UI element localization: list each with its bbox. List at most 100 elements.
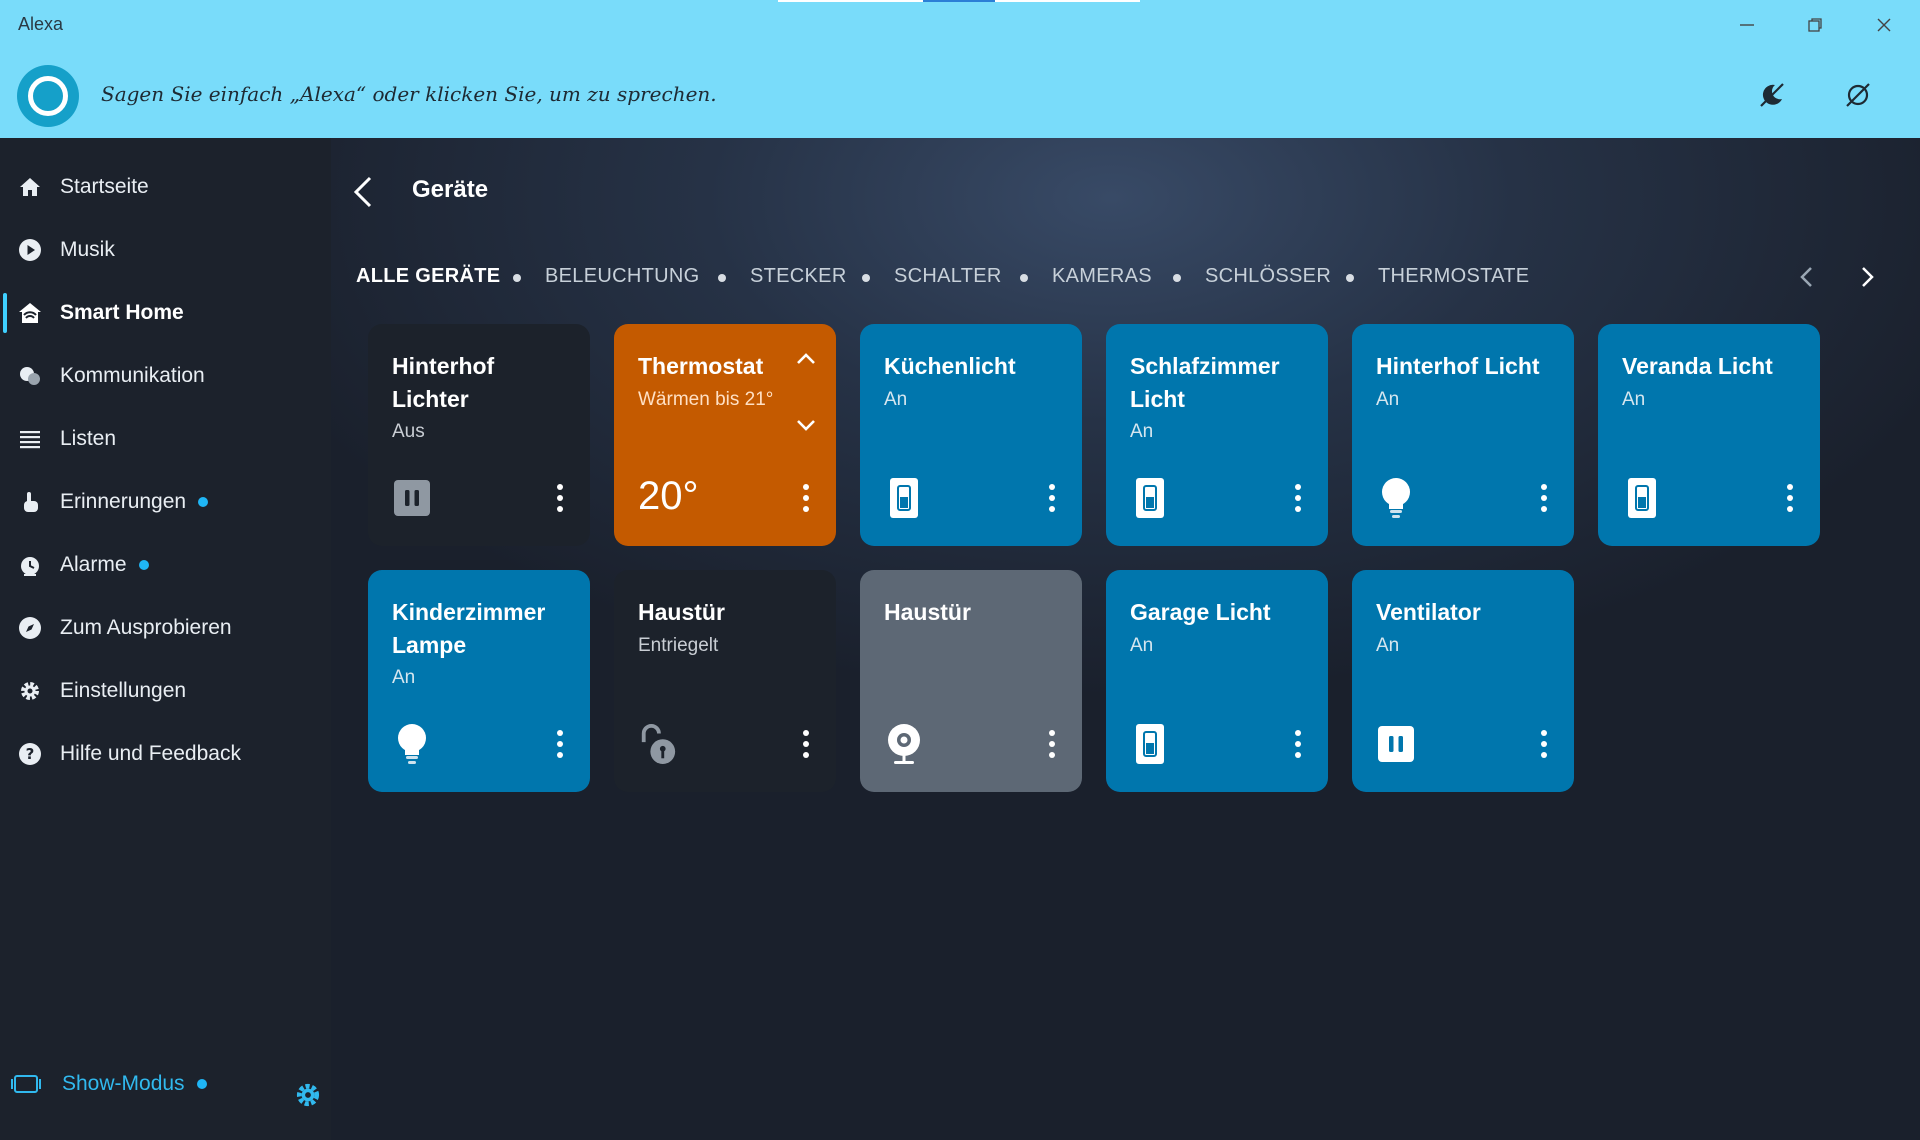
- camera-icon[interactable]: [884, 724, 924, 764]
- mic-off-button[interactable]: [1838, 78, 1878, 112]
- bulb-icon[interactable]: [1376, 478, 1416, 518]
- tab-alle-geraete[interactable]: ALLE GERÄTE: [356, 265, 500, 288]
- sidebar-item-musik[interactable]: Musik: [0, 224, 331, 276]
- more-options-button[interactable]: [1778, 480, 1802, 516]
- sidebar-item-einstellungen[interactable]: Einstellungen: [0, 665, 331, 717]
- device-card[interactable]: Schlafzimmer Licht An: [1106, 324, 1328, 546]
- temperature-up-button[interactable]: [792, 348, 820, 370]
- sidebar-item-label: Listen: [60, 427, 117, 450]
- title-bar: Alexa Sagen Sie einfach „Alexa“ oder kli…: [0, 0, 1920, 138]
- chevron-left-icon: [1800, 267, 1812, 287]
- sidebar-item-kommunikation[interactable]: Kommunikation: [0, 350, 331, 402]
- device-name: Ventilator: [1376, 599, 1481, 625]
- close-button[interactable]: [1862, 10, 1906, 40]
- more-options-button[interactable]: [1532, 726, 1556, 762]
- separator-dot: [862, 274, 870, 282]
- more-options-button[interactable]: [1040, 480, 1064, 516]
- device-status: An: [1376, 389, 1400, 410]
- sidebar-item-startseite[interactable]: Startseite: [0, 161, 331, 213]
- title-indicator-active: [923, 0, 995, 2]
- notification-dot: [138, 560, 149, 571]
- device-status: An: [1130, 635, 1154, 656]
- compass-icon: [17, 615, 43, 641]
- unlocked-lock-icon[interactable]: [638, 724, 678, 764]
- sidebar-item-label: Zum Ausprobieren: [60, 616, 232, 639]
- separator-dot: [513, 274, 521, 282]
- switch-icon[interactable]: [1130, 478, 1170, 518]
- device-card[interactable]: Küchenlicht An: [860, 324, 1082, 546]
- do-not-disturb-icon: [1760, 83, 1784, 107]
- device-card[interactable]: Thermostat Wärmen bis 21° 20°: [614, 324, 836, 546]
- sidebar-item-listen[interactable]: Listen: [0, 413, 331, 465]
- device-status: An: [1622, 389, 1646, 410]
- restore-icon: [1808, 18, 1822, 32]
- switch-icon[interactable]: [1622, 478, 1662, 518]
- device-card[interactable]: Kinderzimmer Lampe An: [368, 570, 590, 792]
- more-options-button[interactable]: [1286, 726, 1310, 762]
- svg-text:?: ?: [26, 745, 35, 763]
- more-options-button[interactable]: [548, 726, 572, 762]
- device-name: Hinterhof Licht: [1376, 353, 1540, 379]
- device-status: Aus: [392, 421, 425, 442]
- device-name: Kinderzimmer Lampe: [392, 599, 546, 658]
- device-card[interactable]: Haustür Entriegelt: [614, 570, 836, 792]
- sidebar-item-label: Erinnerungen: [60, 490, 209, 514]
- more-options-button[interactable]: [1532, 480, 1556, 516]
- list-icon: [17, 426, 43, 452]
- device-name: Haustür: [884, 599, 971, 625]
- switch-icon[interactable]: [1130, 724, 1170, 764]
- chat-bubbles-icon: [17, 363, 43, 389]
- sidebar-item-smart-home[interactable]: Smart Home: [0, 287, 331, 339]
- back-button[interactable]: [348, 174, 380, 210]
- close-icon: [1877, 18, 1891, 32]
- more-options-button[interactable]: [1286, 480, 1310, 516]
- plug-icon[interactable]: [1376, 724, 1416, 764]
- help-icon: ?: [17, 741, 43, 767]
- notification-dot: [198, 497, 209, 508]
- temperature-down-button[interactable]: [792, 414, 820, 436]
- alexa-voice-button[interactable]: [17, 65, 79, 127]
- device-card[interactable]: Haustür: [860, 570, 1082, 792]
- bulb-icon[interactable]: [392, 724, 432, 764]
- show-mode-settings-button[interactable]: [294, 1081, 322, 1109]
- minimize-button[interactable]: [1725, 10, 1769, 40]
- tab-schloesser[interactable]: SCHLÖSSER: [1205, 265, 1331, 288]
- tab-stecker[interactable]: STECKER: [750, 265, 847, 288]
- device-card[interactable]: Garage Licht An: [1106, 570, 1328, 792]
- sidebar-item-alarme[interactable]: Alarme: [0, 539, 331, 591]
- more-options-button[interactable]: [548, 480, 572, 516]
- filters-scroll-left[interactable]: [1792, 262, 1822, 292]
- tab-thermostate[interactable]: THERMOSTATE: [1378, 265, 1529, 288]
- sidebar-item-label: Smart Home: [60, 301, 184, 324]
- tab-kameras[interactable]: KAMERAS: [1052, 265, 1152, 288]
- device-card[interactable]: Ventilator An: [1352, 570, 1574, 792]
- title-indicator: [778, 0, 923, 2]
- app-title: Alexa: [18, 14, 64, 34]
- more-options-button[interactable]: [794, 726, 818, 762]
- tab-beleuchtung[interactable]: BELEUCHTUNG: [545, 265, 699, 288]
- sidebar-item-zum-ausprobieren[interactable]: Zum Ausprobieren: [0, 602, 331, 654]
- device-card[interactable]: Hinterhof Licht An: [1352, 324, 1574, 546]
- switch-icon[interactable]: [884, 478, 924, 518]
- plug-icon[interactable]: [392, 478, 432, 518]
- sidebar-item-label: Musik: [60, 238, 115, 261]
- separator-dot: [1346, 274, 1354, 282]
- device-card[interactable]: Veranda Licht An: [1598, 324, 1820, 546]
- do-not-disturb-button[interactable]: [1752, 78, 1792, 112]
- tab-schalter[interactable]: SCHALTER: [894, 265, 1002, 288]
- voice-prompt[interactable]: Sagen Sie einfach „Alexa“ oder klicken S…: [101, 82, 717, 106]
- device-status: Entriegelt: [638, 635, 719, 656]
- device-name: Thermostat: [638, 353, 764, 379]
- device-name: Küchenlicht: [884, 353, 1016, 379]
- sidebar-item-label: Alarme: [60, 553, 149, 577]
- show-mode-button[interactable]: Show-Modus: [10, 1072, 207, 1096]
- restore-button[interactable]: [1793, 10, 1837, 40]
- sidebar-item-hilfe[interactable]: ? Hilfe und Feedback: [0, 728, 331, 780]
- sidebar-item-erinnerungen[interactable]: Erinnerungen: [0, 476, 331, 528]
- filters-scroll-right[interactable]: [1852, 262, 1882, 292]
- chevron-right-icon: [1862, 267, 1874, 287]
- page-title: Geräte: [412, 176, 489, 203]
- more-options-button[interactable]: [1040, 726, 1064, 762]
- more-options-button[interactable]: [794, 480, 818, 516]
- device-card[interactable]: Hinterhof Lichter Aus: [368, 324, 590, 546]
